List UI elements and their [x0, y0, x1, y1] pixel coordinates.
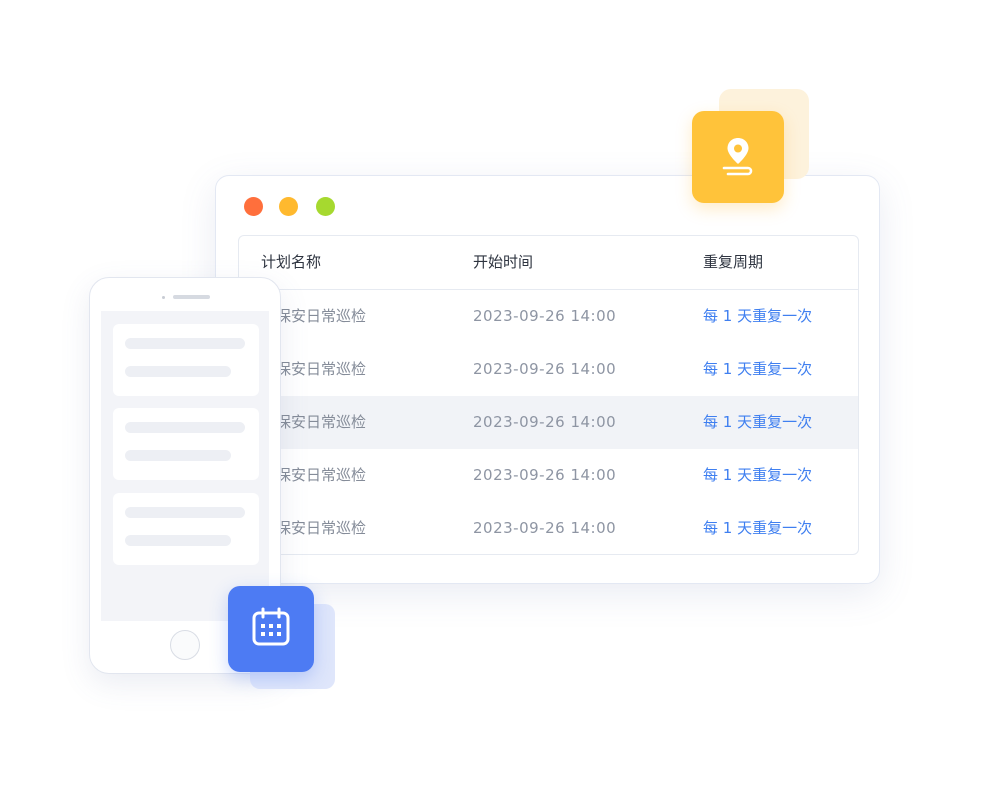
table-row[interactable]: 业保安日常巡检 2023-09-26 14:00 每 1 天重复一次 — [239, 290, 858, 343]
column-header-repeat-cycle[interactable]: 重复周期 — [703, 236, 763, 289]
location-badge — [692, 111, 784, 203]
calendar-badge — [228, 586, 314, 672]
cell-start-time: 2023-09-26 14:00 — [473, 360, 617, 378]
window-maximize-button[interactable] — [316, 197, 335, 216]
placeholder-line — [125, 338, 245, 349]
cell-start-time: 2023-09-26 14:00 — [473, 466, 617, 484]
placeholder-line — [125, 450, 231, 461]
column-header-start-time[interactable]: 开始时间 — [473, 236, 533, 289]
window-minimize-button[interactable] — [279, 197, 298, 216]
table-row-highlighted[interactable]: 业保安日常巡检 2023-09-26 14:00 每 1 天重复一次 — [239, 396, 858, 449]
table-row[interactable]: 业保安日常巡检 2023-09-26 14:00 每 1 天重复一次 — [239, 449, 858, 502]
cell-repeat-cycle[interactable]: 每 1 天重复一次 — [703, 396, 812, 449]
phone-card-placeholder — [113, 493, 259, 565]
cell-start-time: 2023-09-26 14:00 — [473, 307, 617, 325]
placeholder-line — [125, 535, 231, 546]
plan-table: 计划名称 开始时间 重复周期 业保安日常巡检 2023-09-26 14:00 … — [238, 235, 859, 555]
cell-repeat-cycle[interactable]: 每 1 天重复一次 — [703, 502, 812, 554]
placeholder-line — [125, 366, 231, 377]
location-pin-icon — [715, 132, 761, 182]
phone-speaker — [173, 295, 210, 299]
phone-camera — [162, 296, 165, 299]
placeholder-line — [125, 507, 245, 518]
phone-card-placeholder — [113, 408, 259, 480]
phone-card-placeholder — [113, 324, 259, 396]
placeholder-line — [125, 422, 245, 433]
cell-repeat-cycle[interactable]: 每 1 天重复一次 — [703, 290, 812, 343]
desktop-window: 计划名称 开始时间 重复周期 业保安日常巡检 2023-09-26 14:00 … — [215, 175, 880, 584]
phone-screen — [101, 311, 269, 621]
cell-start-time: 2023-09-26 14:00 — [473, 413, 617, 431]
cell-repeat-cycle[interactable]: 每 1 天重复一次 — [703, 449, 812, 502]
table-header: 计划名称 开始时间 重复周期 — [239, 236, 858, 290]
table-row[interactable]: 业保安日常巡检 2023-09-26 14:00 每 1 天重复一次 — [239, 343, 858, 396]
calendar-icon — [248, 604, 294, 654]
cell-repeat-cycle[interactable]: 每 1 天重复一次 — [703, 343, 812, 396]
cell-start-time: 2023-09-26 14:00 — [473, 519, 617, 537]
phone-home-button — [170, 630, 200, 660]
table-row[interactable]: 业保安日常巡检 2023-09-26 14:00 每 1 天重复一次 — [239, 502, 858, 554]
window-close-button[interactable] — [244, 197, 263, 216]
